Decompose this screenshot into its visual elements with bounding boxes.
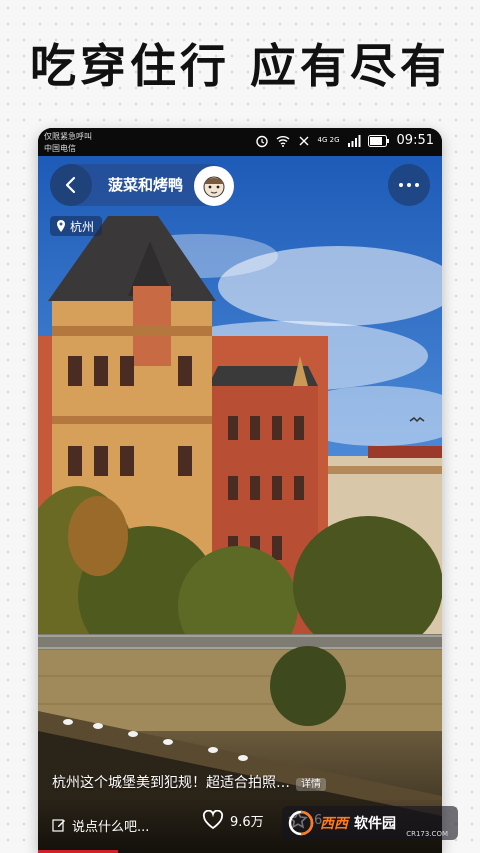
- post-caption[interactable]: 杭州这个城堡美到犯规！超适合拍照… 详情: [52, 772, 432, 792]
- watermark-site: CR173.COM: [406, 830, 448, 838]
- author-avatar[interactable]: [194, 166, 234, 206]
- heart-icon: [202, 810, 224, 830]
- comment-placeholder: 说点什么吧...: [72, 819, 150, 835]
- edit-icon: [52, 819, 65, 832]
- carrier-line-2: 中国电信: [44, 144, 76, 153]
- more-options-button[interactable]: [388, 164, 430, 206]
- like-count: 9.6万: [230, 814, 264, 830]
- back-button[interactable]: [50, 164, 92, 206]
- caption-more-link[interactable]: 详情: [296, 778, 326, 791]
- more-dot-icon: [415, 183, 419, 187]
- promo-headline: 吃穿住行 应有尽有: [29, 39, 450, 93]
- no-signal-icon: [299, 136, 309, 145]
- more-dot-icon: [399, 183, 403, 187]
- alarm-icon: [255, 135, 268, 147]
- network-type: 4G 2G: [317, 136, 340, 144]
- watermark-brand-colored: 西西: [320, 816, 348, 832]
- like-button[interactable]: 9.6万: [202, 810, 264, 830]
- clock: 09:51: [396, 133, 434, 148]
- post-photo[interactable]: [38, 156, 442, 853]
- avatar-illustration: [196, 168, 232, 204]
- watermark-logo-icon: [288, 810, 314, 836]
- more-dot-icon: [407, 183, 411, 187]
- signal-bars-icon: [347, 134, 361, 147]
- location-pin-icon: [57, 220, 65, 232]
- status-bar: 仅限紧急呼叫 中国电信 4G 2G 09:51: [38, 128, 442, 156]
- author-name[interactable]: 菠菜和烤鸭: [108, 174, 183, 195]
- location-label: 杭州: [70, 219, 95, 234]
- location-tag[interactable]: 杭州: [50, 216, 103, 236]
- battery-icon: [367, 134, 389, 147]
- phone-screenshot: 仅限紧急呼叫 中国电信 4G 2G 09:51 菠菜和烤鸭 杭州 杭州这个城堡美…: [38, 128, 442, 853]
- wifi-icon: [276, 135, 290, 147]
- carrier-line-1: 仅限紧急呼叫: [44, 132, 92, 141]
- caption-text: 杭州这个城堡美到犯规！超适合拍照…: [52, 775, 290, 791]
- chevron-left-icon: [65, 176, 76, 194]
- watermark-brand-white: 软件园: [354, 816, 396, 832]
- comment-input[interactable]: 说点什么吧...: [52, 810, 182, 840]
- site-watermark: 西西 软件园 CR173.COM: [282, 806, 458, 840]
